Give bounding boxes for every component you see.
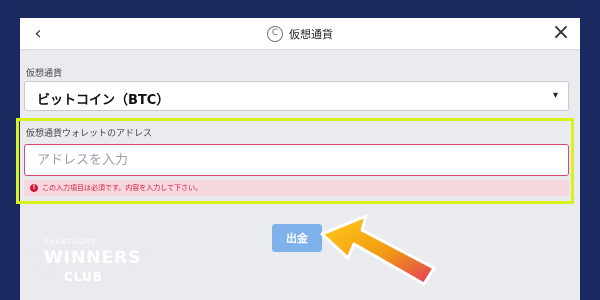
error-icon: ! — [30, 184, 38, 192]
wallet-address-input[interactable] — [24, 144, 569, 176]
withdraw-button[interactable]: 出金 — [272, 224, 322, 252]
backdrop-right — [578, 0, 600, 300]
close-button[interactable]: × — [550, 21, 572, 45]
currency-select[interactable]: ビットコイン（BTC） ▾ — [24, 81, 569, 111]
error-text: この入力項目は必須です。内容を入力して下さい。 — [42, 184, 203, 192]
chevron-down-icon: ▾ — [552, 90, 558, 101]
currency-select-value: ビットコイン（BTC） — [37, 93, 170, 108]
logo-winners-text: WINNERS — [44, 248, 142, 268]
modal-header: ‹ C 仮想通貨 × — [20, 18, 580, 50]
pointer-arrow-icon — [320, 214, 436, 286]
modal-title-group: C 仮想通貨 — [20, 24, 580, 44]
close-icon: × — [551, 20, 571, 45]
logo-small-text: PHANTASMS — [44, 238, 96, 246]
page-title: 仮想通貨 — [289, 28, 333, 41]
currency-label: 仮想通貨 — [26, 69, 63, 79]
error-message: ! この入力項目は必須です。内容を入力して下さい。 — [24, 180, 569, 196]
logo-club-text: CLUB — [64, 270, 103, 284]
coin-icon: C — [267, 26, 283, 42]
wallet-address-label: 仮想通貨ウォレットのアドレス — [26, 129, 153, 139]
